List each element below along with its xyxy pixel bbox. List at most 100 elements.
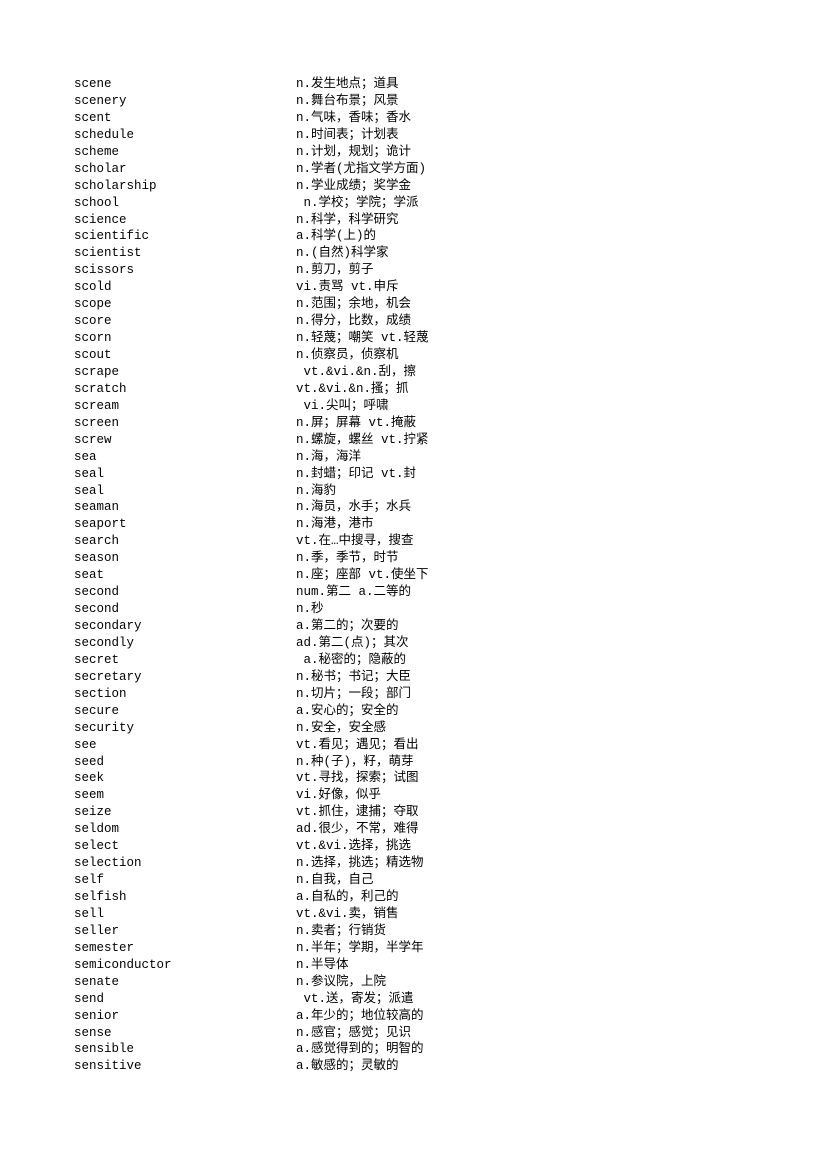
definition: vi.尖叫；呼啸: [296, 398, 389, 413]
vocabulary-row: semester n.半年；学期，半学年: [0, 940, 827, 957]
word: scene: [74, 77, 112, 91]
vocabulary-row: section n.切片；一段；部门: [0, 686, 827, 703]
definition: n.切片；一段；部门: [296, 686, 412, 701]
definition: vt.&vi.&n.刮，擦: [296, 364, 417, 379]
vocabulary-row: see vt.看见；遇见；看出: [0, 737, 827, 754]
vocabulary-row: senate n.参议院，上院: [0, 974, 827, 991]
word: section: [74, 686, 127, 701]
word: seldom: [74, 822, 120, 837]
word: seal: [74, 483, 105, 498]
vocabulary-row: secondary a.第二的；次要的: [0, 618, 827, 635]
definition: a.年少的；地位较高的: [296, 1008, 424, 1023]
vocabulary-row: seal n.封蜡；印记 vt.封: [0, 466, 827, 483]
vocabulary-row: second n.秒: [0, 601, 827, 618]
vocabulary-row: secure a.安心的；安全的: [0, 703, 827, 720]
vocabulary-row: screw n.螺旋，螺丝 vt.拧紧: [0, 432, 827, 449]
definition: a.第二的；次要的: [296, 619, 399, 633]
word: sea: [74, 449, 97, 464]
vocabulary-row: search vt.在…中搜寻，搜查: [0, 533, 827, 550]
vocabulary-row: secondly ad.第二(点)；其次: [0, 635, 827, 652]
definition: n.屏；屏幕 vt.掩蔽: [296, 415, 417, 430]
vocabulary-row: selection n.选择，挑选；精选物: [0, 855, 827, 872]
vocabulary-row: scissors n.剪刀，剪子: [0, 262, 827, 279]
word: sensitive: [74, 1059, 142, 1074]
vocabulary-row: science n.科学，科学研究: [0, 212, 827, 229]
definition: a.自私的，利己的: [296, 890, 399, 904]
word: see: [74, 737, 97, 752]
word: scientific: [74, 229, 150, 244]
vocabulary-row: seize vt.抓住，逮捕；夺取: [0, 804, 827, 821]
word: scent: [74, 110, 112, 125]
definition: n.时间表；计划表: [296, 127, 399, 142]
vocabulary-row: scholarship n.学业成绩；奖学金: [0, 178, 827, 195]
definition: n.(自然)科学家: [296, 246, 389, 261]
word: seaman: [74, 500, 120, 515]
vocabulary-row: selfish a.自私的，利己的: [0, 889, 827, 906]
word: school: [74, 195, 120, 210]
word: science: [74, 212, 127, 227]
definition: n.海，海洋: [296, 449, 362, 464]
word: semester: [74, 940, 135, 955]
word: secure: [74, 703, 120, 718]
word: sense: [74, 1025, 112, 1040]
word: senior: [74, 1008, 120, 1023]
vocabulary-row: seller n.卖者；行销货: [0, 923, 827, 940]
vocabulary-row: seek vt.寻找，探索；试图: [0, 770, 827, 787]
definition: vi.责骂 vt.申斥: [296, 280, 399, 295]
definition: n.舞台布景；风景: [296, 93, 399, 108]
definition: n.学者(尤指文学方面): [296, 161, 427, 176]
vocabulary-row: season n.季，季节，时节: [0, 550, 827, 567]
definition: n.侦察员，侦察机: [296, 348, 399, 362]
vocabulary-row: scheme n.计划，规划；诡计: [0, 144, 827, 161]
word: seaport: [74, 517, 127, 532]
definition: n.科学，科学研究: [296, 212, 399, 227]
word: seal: [74, 466, 105, 481]
vocabulary-row: sea n.海，海洋: [0, 449, 827, 466]
word: scold: [74, 280, 112, 295]
vocabulary-row: scientific a.科学(上)的: [0, 228, 827, 245]
word: select: [74, 839, 120, 854]
definition: n.范围；余地，机会: [296, 297, 412, 312]
vocabulary-row: scene n.发生地点；道具: [0, 76, 827, 93]
definition: n.轻蔑；嘲笑 vt.轻蔑: [296, 331, 429, 346]
definition: n.选择，挑选；精选物: [296, 856, 424, 871]
word: scout: [74, 348, 112, 362]
vocabulary-row: sensitive a.敏感的；灵敏的: [0, 1058, 827, 1075]
vocabulary-row: sell vt.&vi.卖，销售: [0, 906, 827, 923]
vocabulary-row: scientist n.(自然)科学家: [0, 245, 827, 262]
word: scorn: [74, 331, 112, 346]
vocabulary-row: scratch vt.&vi.&n.搔；抓: [0, 381, 827, 398]
definition: n.学校；学院；学派: [296, 195, 419, 210]
definition: vt.在…中搜寻，搜查: [296, 534, 414, 549]
vocabulary-row: scrape vt.&vi.&n.刮，擦: [0, 364, 827, 381]
word: scholarship: [74, 178, 157, 193]
word: secret: [74, 652, 120, 667]
word: secretary: [74, 669, 142, 684]
vocabulary-row: seldom ad.很少，不常，难得: [0, 821, 827, 838]
vocabulary-row: seal n.海豹: [0, 483, 827, 500]
vocabulary-row: second num.第二 a.二等的: [0, 584, 827, 601]
word: seat: [74, 568, 105, 583]
vocabulary-row: scent n.气味，香味；香水: [0, 110, 827, 127]
definition: vi.好像，似乎: [296, 788, 382, 803]
definition: vt.&vi.卖，销售: [296, 906, 399, 921]
definition: n.计划，规划；诡计: [296, 144, 412, 159]
word: seize: [74, 805, 112, 820]
vocabulary-row: seem vi.好像，似乎: [0, 787, 827, 804]
definition: n.座；座部 vt.使坐下: [296, 568, 429, 583]
definition: n.秘书；书记；大臣: [296, 669, 412, 684]
vocabulary-row: seaport n.海港，港市: [0, 516, 827, 533]
definition: ad.第二(点)；其次: [296, 635, 409, 650]
vocabulary-row: seaman n.海员，水手；水兵: [0, 499, 827, 516]
word: schedule: [74, 127, 135, 142]
definition: a.安心的；安全的: [296, 703, 399, 718]
vocabulary-row: schedule n.时间表；计划表: [0, 127, 827, 144]
word: secondary: [74, 619, 142, 633]
word: scheme: [74, 144, 120, 159]
definition: vt.&vi.选择，挑选: [296, 839, 412, 854]
word: security: [74, 720, 135, 735]
vocabulary-row: secretary n.秘书；书记；大臣: [0, 669, 827, 686]
word: sensible: [74, 1042, 135, 1057]
definition: n.种(子)，籽，萌芽: [296, 754, 414, 769]
vocabulary-row: scope n.范围；余地，机会: [0, 296, 827, 313]
